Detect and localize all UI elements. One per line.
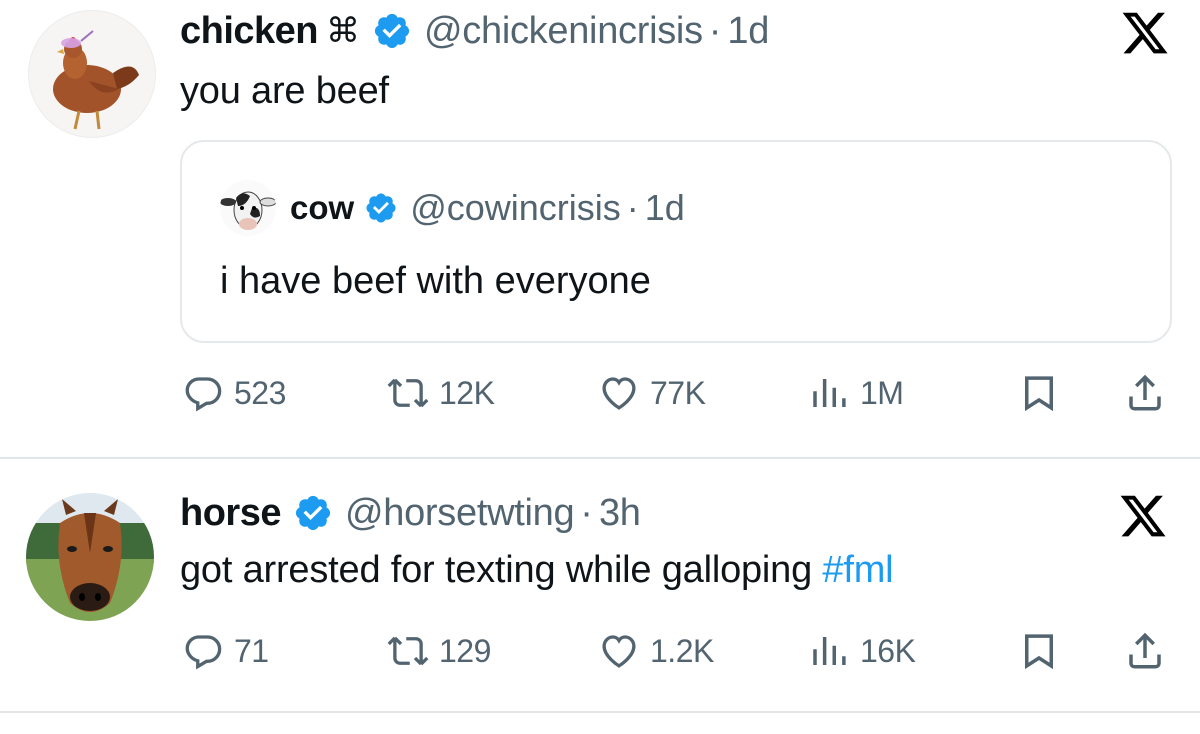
x-logo-icon bbox=[1120, 8, 1170, 58]
like-icon bbox=[602, 377, 636, 410]
tweet[interactable]: chicken ⌘ @chickenincrisis · 1d you are … bbox=[0, 0, 1200, 459]
reply-count: 71 bbox=[234, 632, 269, 669]
bookmark-icon[interactable] bbox=[1018, 372, 1060, 414]
quoted-author-handle[interactable]: @cowincrisis bbox=[410, 187, 621, 229]
verified-badge-icon bbox=[293, 493, 333, 533]
views-count: 16K bbox=[860, 632, 916, 669]
reply-count: 523 bbox=[234, 374, 286, 411]
share-icon[interactable] bbox=[1124, 372, 1166, 414]
views-button[interactable]: 1M bbox=[808, 368, 904, 418]
author-handle[interactable]: @horsetwting bbox=[345, 492, 575, 535]
author-name[interactable]: chicken bbox=[180, 10, 319, 53]
verified-badge-icon bbox=[364, 191, 398, 225]
share-icon[interactable] bbox=[1124, 630, 1166, 672]
views-icon bbox=[813, 637, 846, 665]
reply-icon bbox=[185, 377, 222, 412]
action-bar: 523 12K 77K 1M bbox=[0, 368, 1200, 418]
name-symbol: ⌘ bbox=[326, 11, 361, 51]
quoted-tweet-text: i have beef with everyone bbox=[220, 260, 651, 302]
timestamp[interactable]: 1d bbox=[727, 10, 769, 53]
repost-count: 129 bbox=[439, 632, 491, 669]
x-logo-icon bbox=[1118, 491, 1168, 541]
horse-avatar[interactable] bbox=[26, 493, 154, 621]
action-bar: 71 129 1.2K 16K bbox=[0, 626, 1200, 676]
views-button[interactable]: 16K bbox=[808, 626, 916, 676]
bookmark-icon[interactable] bbox=[1018, 630, 1060, 672]
views-count: 1M bbox=[860, 374, 904, 411]
tweet-text: you are beef bbox=[180, 70, 389, 112]
like-button[interactable]: 1.2K bbox=[598, 626, 714, 676]
cow-avatar[interactable] bbox=[220, 180, 276, 236]
separator: · bbox=[580, 491, 593, 534]
separator: · bbox=[708, 9, 722, 52]
like-button[interactable]: 77K bbox=[598, 368, 706, 418]
like-icon bbox=[602, 635, 636, 668]
reply-icon bbox=[185, 635, 222, 670]
views-icon bbox=[813, 379, 846, 407]
hashtag-link[interactable]: #fml bbox=[822, 549, 893, 591]
separator: · bbox=[626, 187, 639, 228]
tweet-text-body: got arrested for texting while galloping bbox=[180, 549, 813, 591]
quoted-author-name[interactable]: cow bbox=[290, 189, 354, 227]
verified-badge-icon bbox=[372, 11, 412, 51]
repost-count: 12K bbox=[439, 374, 495, 411]
repost-icon bbox=[387, 636, 429, 666]
quoted-tweet-header: cow @cowincrisis · 1d bbox=[290, 187, 685, 229]
quoted-tweet[interactable]: cow @cowincrisis · 1d i have beef with e… bbox=[180, 140, 1172, 343]
reply-button[interactable]: 71 bbox=[182, 626, 269, 676]
tweet-header: chicken ⌘ @chickenincrisis · 1d bbox=[180, 10, 769, 52]
reply-button[interactable]: 523 bbox=[182, 368, 286, 418]
like-count: 1.2K bbox=[650, 632, 714, 669]
tweet[interactable]: horse @horsetwting · 3h got arrested for… bbox=[0, 459, 1200, 713]
tweet-header: horse @horsetwting · 3h bbox=[180, 492, 641, 534]
author-name[interactable]: horse bbox=[180, 492, 281, 535]
chicken-avatar[interactable] bbox=[28, 10, 156, 138]
repost-icon bbox=[387, 378, 429, 408]
tweet-text: got arrested for texting while galloping… bbox=[180, 549, 894, 592]
repost-button[interactable]: 129 bbox=[387, 626, 491, 676]
quoted-timestamp[interactable]: 1d bbox=[645, 187, 685, 229]
repost-button[interactable]: 12K bbox=[387, 368, 495, 418]
timestamp[interactable]: 3h bbox=[599, 492, 641, 535]
like-count: 77K bbox=[650, 374, 706, 411]
author-handle[interactable]: @chickenincrisis bbox=[424, 10, 703, 53]
